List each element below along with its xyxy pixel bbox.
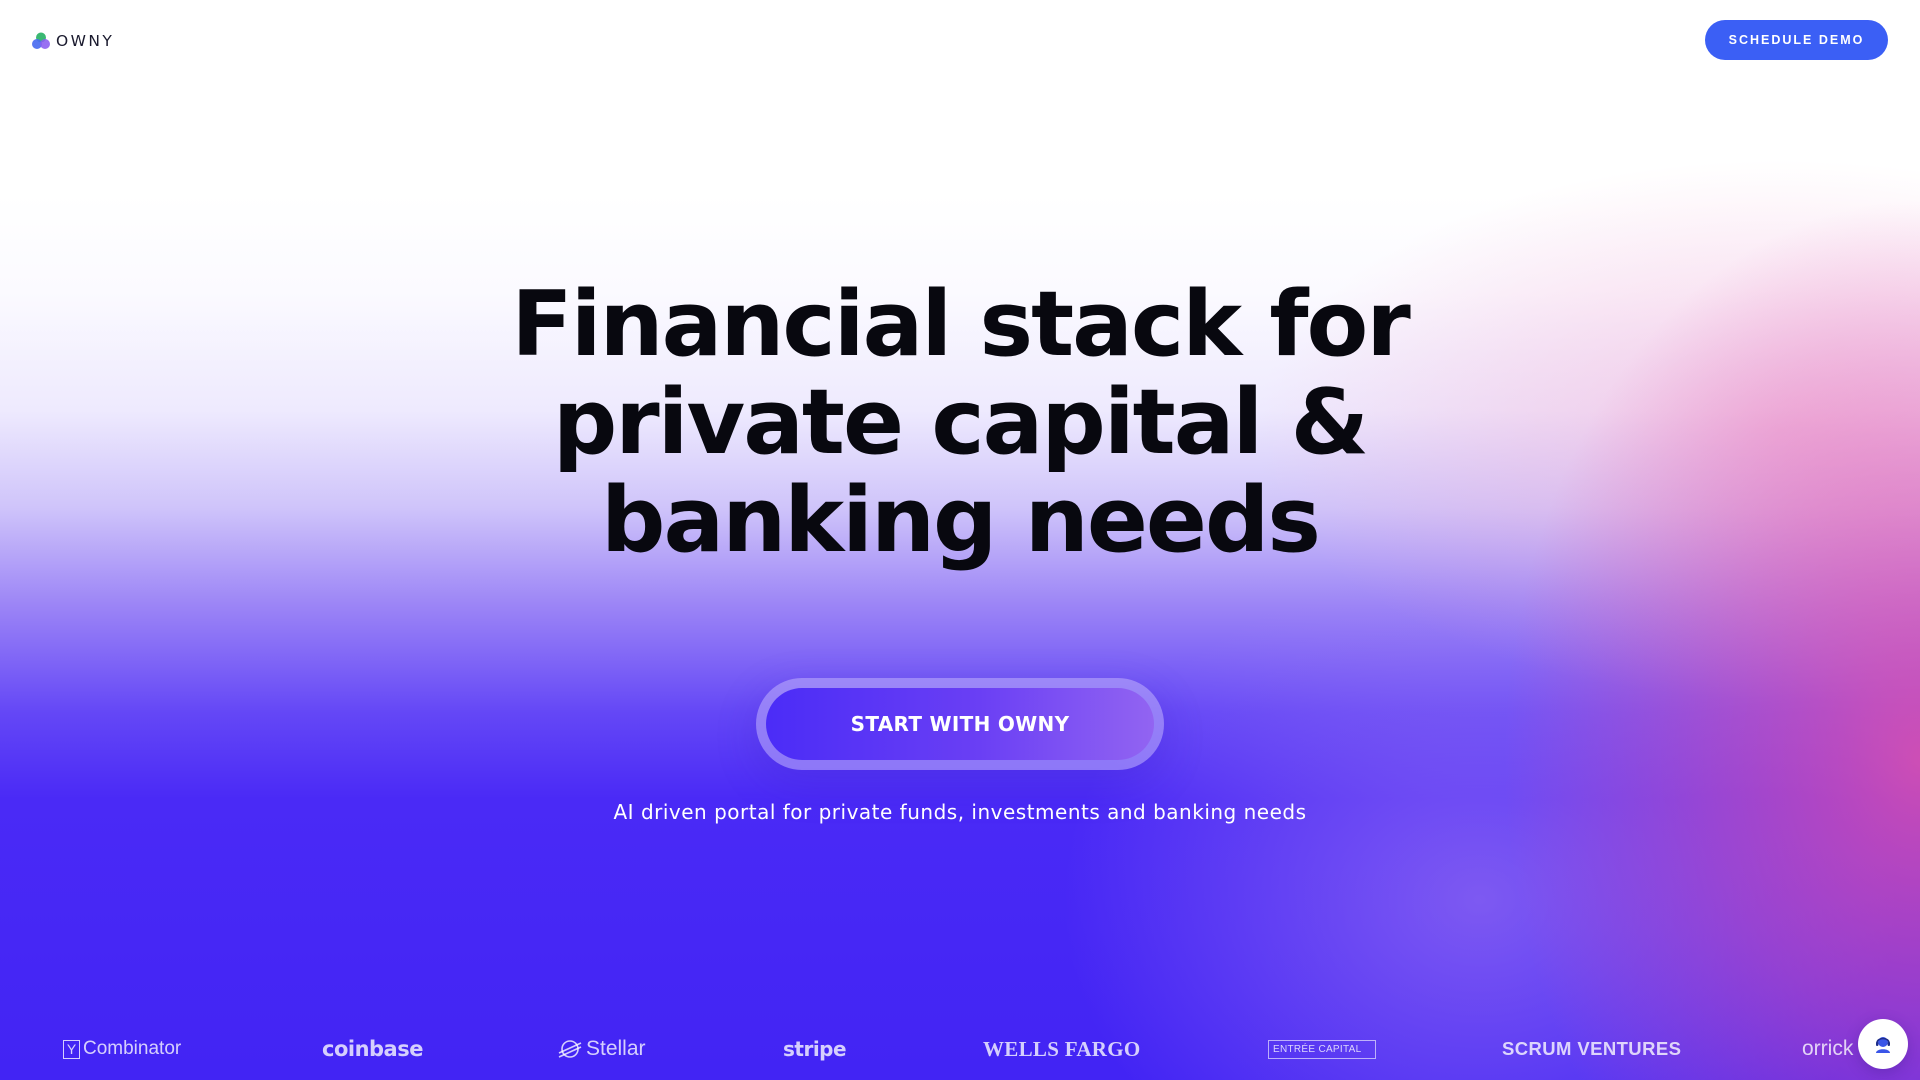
support-agent-icon — [1876, 1037, 1890, 1053]
stellar-logo: Stellar — [558, 1032, 646, 1066]
schedule-demo-button[interactable]: SCHEDULE DEMO — [1705, 20, 1888, 60]
logo-text: OWNY — [56, 32, 115, 50]
y-combinator-logo: Y Combinator — [63, 1032, 181, 1066]
coinbase-logo: coinbase — [322, 1037, 423, 1061]
stellar-rocket-icon — [558, 1040, 582, 1058]
orrick-logo: orrick — [1802, 1037, 1854, 1060]
owny-logo-icon — [32, 32, 50, 49]
scrum-ventures-logo: SCRUM VENTURES — [1502, 1038, 1682, 1059]
entree-capital-logo: ENTRÉE CAPITAL — [1268, 1032, 1377, 1066]
headline-line-3: banking needs — [601, 468, 1321, 573]
chat-support-button[interactable] — [1858, 1019, 1908, 1069]
stellar-logo-text: Stellar — [586, 1037, 646, 1060]
wells-fargo-logo: WELLS FARGO — [983, 1036, 1141, 1061]
yc-box-glyph: Y — [63, 1039, 80, 1059]
hero-subtitle: AI driven portal for private funds, inve… — [613, 800, 1307, 824]
yc-logo-text: Combinator — [83, 1038, 182, 1059]
hero-headline: Financial stack for private capital & ba… — [0, 276, 1920, 570]
partner-logos-strip: Y Combinator coinbase Stellar stripe WEL… — [0, 1032, 1920, 1066]
headline-line-2: private capital & — [552, 370, 1369, 475]
owny-logo[interactable]: OWNY — [31, 31, 114, 51]
headline-line-1: Financial stack for — [511, 272, 1411, 377]
site-header: OWNY SCHEDULE DEMO — [0, 0, 1920, 80]
entree-logo-text: ENTRÉE CAPITAL — [1268, 1039, 1377, 1059]
stripe-logo: stripe — [783, 1037, 847, 1061]
start-with-owny-button[interactable]: START WITH OWNY — [766, 688, 1154, 760]
